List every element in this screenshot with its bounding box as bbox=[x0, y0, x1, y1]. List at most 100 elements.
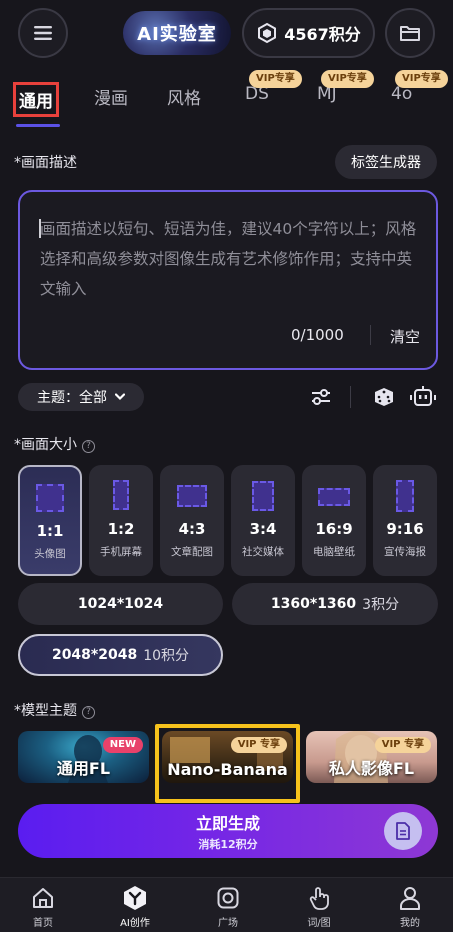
ratio-shape bbox=[396, 480, 414, 512]
user-icon bbox=[400, 887, 420, 910]
resolution-cost: 10积分 bbox=[143, 648, 190, 664]
size-section-label: *画面大小? bbox=[14, 434, 95, 454]
points-balance[interactable]: 4567积分 bbox=[242, 8, 375, 58]
ratio-option-3-4[interactable]: 3:4 社交媒体 bbox=[231, 465, 295, 576]
menu-icon bbox=[34, 26, 52, 40]
resolution-size: 2048*2048 bbox=[51, 647, 138, 663]
selection-highlight bbox=[155, 724, 300, 803]
resolution-1024-button[interactable]: 1024*1024 bbox=[18, 583, 223, 625]
theme-dropdown[interactable]: 主题：全部 bbox=[18, 383, 144, 411]
generate-cost: 消耗12积分 bbox=[198, 838, 258, 851]
divider bbox=[350, 386, 351, 408]
vip-badge: VIP专享 bbox=[249, 70, 302, 88]
ratio-label: 文章配图 bbox=[171, 546, 213, 558]
ratio-label: 手机屏幕 bbox=[100, 546, 142, 558]
ratio-shape bbox=[252, 481, 274, 511]
nav-label: 首页 bbox=[33, 918, 53, 929]
ai-create-icon bbox=[124, 886, 146, 910]
nav-label: AI创作 bbox=[120, 918, 150, 929]
nav-label: 我的 bbox=[400, 918, 420, 929]
model-name: 通用FL bbox=[56, 759, 111, 778]
ratio-option-4-3[interactable]: 4:3 文章配图 bbox=[160, 465, 224, 576]
resolution-size: 1360*1360 bbox=[270, 596, 357, 612]
mode-tabs: 通用 漫画 风格 DS MJ 4o VIP专享 VIP专享 VIP专享 bbox=[0, 66, 453, 128]
resolution-1360-button[interactable]: 1360*1360 3积分 bbox=[232, 583, 438, 625]
tab-style[interactable]: 风格 bbox=[167, 84, 201, 109]
nav-label: 广场 bbox=[218, 918, 238, 929]
ratio-shape bbox=[177, 485, 207, 507]
nav-word-image[interactable]: 词/图 bbox=[289, 884, 349, 929]
ratio-value: 9:16 bbox=[386, 520, 424, 538]
vip-badge: VIP专享 bbox=[321, 70, 374, 88]
prompt-input[interactable]: 画面描述以短句、短语为佳，建议40个字符以上；风格选择和高级参数对图像生成有艺术… bbox=[18, 190, 438, 370]
ratio-value: 16:9 bbox=[315, 520, 353, 538]
active-tab-indicator bbox=[16, 124, 60, 127]
nav-label: 词/图 bbox=[307, 918, 331, 929]
ratio-option-1-1[interactable]: 1:1 头像图 bbox=[18, 465, 82, 576]
ai-robot-button[interactable] bbox=[410, 384, 436, 410]
help-icon[interactable]: ? bbox=[82, 440, 95, 453]
nav-profile[interactable]: 我的 bbox=[380, 884, 440, 929]
touch-icon bbox=[309, 887, 329, 910]
model-card-private-portrait-fl[interactable]: VIP 专享 私人影像FL bbox=[306, 731, 437, 783]
folder-icon bbox=[400, 26, 420, 41]
nav-plaza[interactable]: 广场 bbox=[198, 884, 258, 929]
model-card-general-fl[interactable]: NEW 通用FL bbox=[18, 731, 149, 783]
app-title: AI实验室 bbox=[137, 24, 217, 45]
ratio-value: 4:3 bbox=[178, 520, 206, 538]
ratio-label: 宣传海报 bbox=[384, 546, 426, 558]
new-badge: NEW bbox=[102, 737, 143, 753]
ratio-label: 电脑壁纸 bbox=[313, 546, 355, 558]
nav-ai-create[interactable]: AI创作 bbox=[105, 884, 165, 929]
ratio-label: 社交媒体 bbox=[242, 546, 284, 558]
top-bar: AI实验室 4567积分 bbox=[0, 0, 453, 66]
ratio-label: 头像图 bbox=[34, 548, 66, 560]
resolution-size: 1024*1024 bbox=[77, 596, 164, 612]
model-section-title: *模型主题 bbox=[14, 703, 77, 719]
ratio-value: 1:1 bbox=[36, 522, 64, 540]
help-icon[interactable]: ? bbox=[82, 706, 95, 719]
ratio-value: 1:2 bbox=[107, 520, 135, 538]
resolution-2048-button[interactable]: 2048*2048 10积分 bbox=[18, 634, 223, 676]
ratio-shape bbox=[36, 484, 64, 512]
app-logo: AI实验室 bbox=[123, 11, 231, 55]
divider bbox=[370, 325, 371, 345]
generate-history-button[interactable] bbox=[384, 812, 422, 850]
tab-general[interactable]: 通用 bbox=[13, 82, 59, 117]
document-icon bbox=[396, 822, 410, 840]
ratio-option-1-2[interactable]: 1:2 手机屏幕 bbox=[89, 465, 153, 576]
random-dice-button[interactable] bbox=[371, 384, 397, 410]
ratio-value: 3:4 bbox=[249, 520, 277, 538]
robot-icon bbox=[410, 386, 436, 406]
camera-icon bbox=[217, 887, 239, 909]
ratio-shape bbox=[113, 480, 129, 510]
sliders-icon bbox=[312, 389, 330, 405]
gem-icon bbox=[258, 22, 277, 44]
tab-comic[interactable]: 漫画 bbox=[94, 84, 128, 109]
char-count: 0/1000 bbox=[291, 326, 344, 344]
points-value: 4567积分 bbox=[284, 25, 361, 44]
clear-button[interactable]: 清空 bbox=[390, 326, 420, 347]
bottom-nav: 首页 AI创作 广场 词/图 我的 bbox=[0, 877, 453, 932]
settings-sliders-button[interactable] bbox=[308, 384, 334, 410]
prompt-placeholder: 画面描述以短句、短语为佳，建议40个字符以上；风格选择和高级参数对图像生成有艺术… bbox=[40, 220, 417, 298]
generate-title: 立即生成 bbox=[195, 814, 260, 833]
ratio-option-16-9[interactable]: 16:9 电脑壁纸 bbox=[302, 465, 366, 576]
model-name: 私人影像FL bbox=[328, 759, 415, 778]
chevron-down-icon bbox=[115, 393, 125, 401]
nav-home[interactable]: 首页 bbox=[13, 884, 73, 929]
prompt-section-label: *画面描述 bbox=[14, 155, 77, 171]
model-section-label: *模型主题? bbox=[14, 700, 95, 720]
theme-dropdown-label: 主题：全部 bbox=[37, 390, 107, 406]
generate-button[interactable]: 立即生成 消耗12积分 bbox=[18, 804, 438, 858]
dice-icon bbox=[375, 388, 393, 406]
vip-badge: VIP 专享 bbox=[374, 737, 431, 753]
ratio-option-9-16[interactable]: 9:16 宣传海报 bbox=[373, 465, 437, 576]
folder-button[interactable] bbox=[385, 8, 435, 58]
ratio-shape bbox=[318, 488, 350, 506]
home-icon bbox=[33, 888, 53, 908]
resolution-cost: 3积分 bbox=[362, 597, 400, 613]
vip-badge: VIP专享 bbox=[395, 70, 448, 88]
tag-generator-button[interactable]: 标签生成器 bbox=[335, 145, 437, 179]
menu-button[interactable] bbox=[18, 8, 68, 58]
